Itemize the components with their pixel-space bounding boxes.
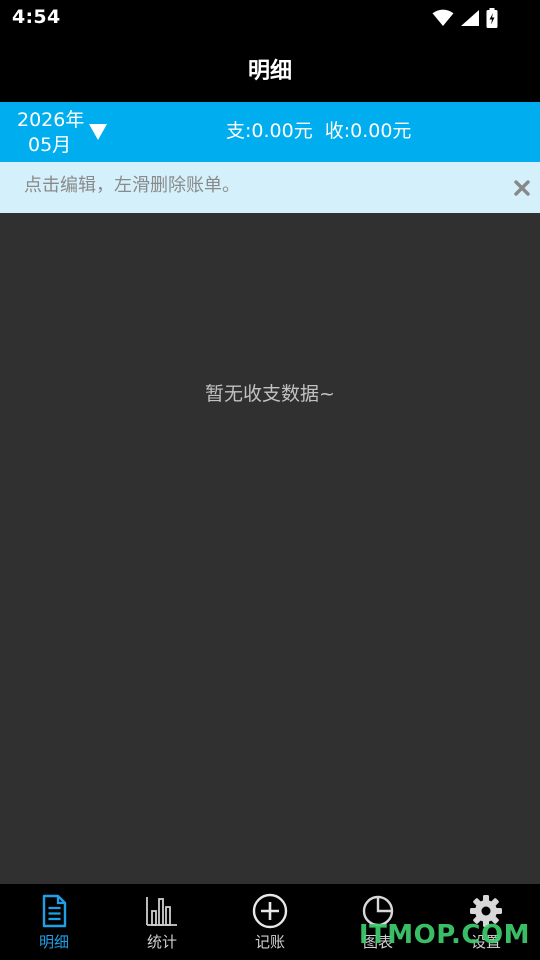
cellular-signal-icon [461,10,479,26]
wifi-icon [432,9,454,26]
battery-charging-icon [486,8,498,28]
title-bar: 明细 [0,36,540,102]
document-icon [42,894,67,928]
status-icons [432,7,498,29]
summary-bar: 2026年 05月 支:0.00元 收:0.00元 [0,102,540,162]
status-time: 4:54 [12,6,61,28]
tip-text: 点击编辑，左滑删除账单。 [24,175,240,196]
dropdown-triangle-icon [89,124,107,140]
tab-statistics[interactable]: 统计 [108,884,216,960]
close-icon[interactable] [514,180,530,196]
empty-state-text: 暂无收支数据~ [205,383,335,405]
add-circle-icon [252,893,288,929]
tip-banner: 点击编辑，左滑删除账单。 [0,162,540,213]
totals: 支:0.00元 收:0.00元 [226,119,411,143]
tab-label: 明细 [38,933,69,951]
year-label: 2026年 [17,109,85,131]
expense-total: 支:0.00元 [226,120,313,142]
month-label: 05月 [28,134,72,156]
tab-label: 统计 [146,933,177,951]
status-bar: 4:54 [0,0,540,36]
tab-details[interactable]: 明细 [0,884,108,960]
transaction-list: 暂无收支数据~ [0,213,540,884]
watermark: ITMOP.COM [358,920,530,950]
income-total: 收:0.00元 [324,120,412,142]
bar-chart-icon [146,897,177,926]
tab-add-record[interactable]: 记账 [216,884,324,960]
page-title: 明细 [247,59,292,84]
tab-label: 记账 [254,933,285,951]
month-picker[interactable]: 2026年 05月 [12,107,112,157]
